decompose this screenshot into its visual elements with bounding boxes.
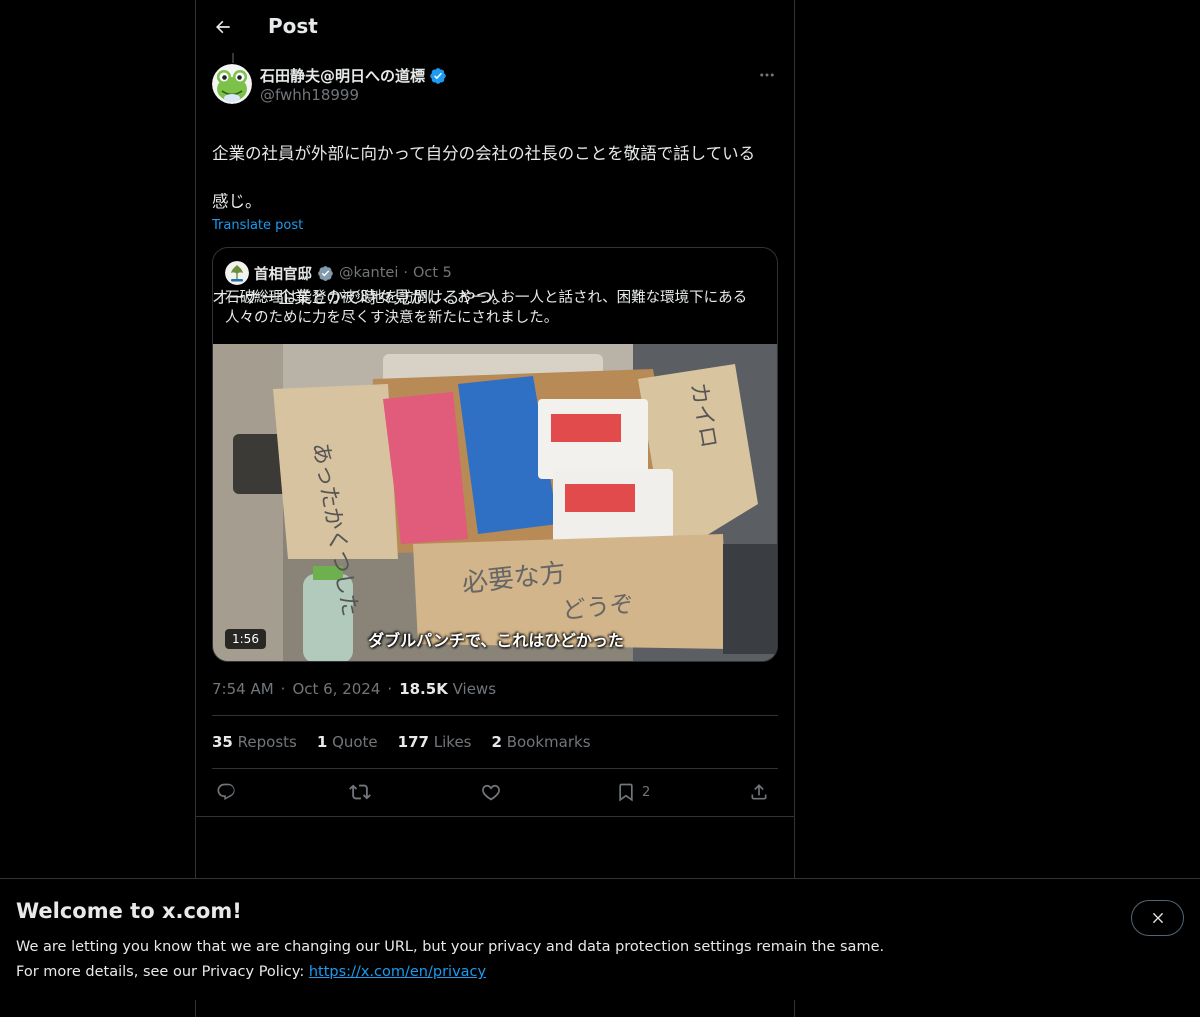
- author-name[interactable]: 石田静夫@明日への道標: [260, 65, 425, 86]
- quote-date[interactable]: Oct 5: [413, 265, 452, 281]
- like-icon: [482, 784, 500, 801]
- post-text-line-1: 企業の社員が外部に向かって自分の会社の社長のことを敬語で話している: [212, 144, 756, 163]
- views: 18.5K Views: [399, 680, 496, 698]
- divider: [212, 715, 778, 716]
- author-handle[interactable]: @fwhh18999: [260, 86, 359, 104]
- more-icon: [760, 73, 774, 77]
- repost-icon: [349, 784, 371, 800]
- divider: [212, 768, 778, 769]
- quote-avatar[interactable]: [225, 261, 249, 285]
- views-count: 18.5K: [399, 680, 448, 698]
- frog-avatar-icon: [212, 64, 252, 104]
- share-icon: [751, 784, 767, 800]
- bookmark-button[interactable]: 2: [616, 778, 650, 806]
- likes-count: 177: [397, 733, 429, 751]
- reply-button[interactable]: [216, 778, 236, 806]
- video-subtitle: ダブルパンチで、これはひどかった: [368, 631, 624, 650]
- verified-badge-icon: [429, 67, 447, 85]
- quoted-post[interactable]: 首相官邸 @kantei · Oct 5 石破総理は能登の被災地を訪問し、お一人…: [212, 247, 778, 662]
- quotes-label: Quote: [332, 733, 378, 751]
- author-avatar[interactable]: [212, 64, 252, 104]
- more-options-button[interactable]: [754, 62, 780, 88]
- quote-separator: ·: [403, 265, 408, 281]
- bookmarks-count: 2: [491, 733, 502, 751]
- quote-header: 首相官邸 @kantei · Oct 5: [225, 261, 452, 285]
- repost-button[interactable]: [349, 778, 371, 806]
- quote-text: 石破総理は能登の被災地を訪問し、お一人お一人と話され、困難な環境下にある人々のた…: [225, 290, 748, 326]
- views-label: Views: [452, 680, 497, 698]
- bookmarks-stat[interactable]: 2 Bookmarks: [492, 733, 591, 751]
- quote-video[interactable]: あったかくつした カイロ 必要な方 どうぞ 1:56 ダブルパンチで、これはひど…: [213, 344, 777, 661]
- reposts-count: 35: [212, 733, 233, 751]
- meta-separator: ·: [387, 680, 393, 698]
- government-seal-icon: [225, 261, 249, 285]
- author-name-row[interactable]: 石田静夫@明日への道標: [260, 65, 447, 86]
- page-title: Post: [268, 14, 318, 38]
- quotes-count: 1: [316, 733, 328, 751]
- bookmark-count: 2: [642, 784, 651, 800]
- banner-line-1: We are letting you know that we are chan…: [16, 939, 885, 955]
- welcome-banner: Welcome to x.com! We are letting you kno…: [0, 878, 1200, 1000]
- back-button[interactable]: [206, 10, 240, 44]
- bookmark-icon: [619, 783, 633, 802]
- privacy-policy-link[interactable]: https://x.com/en/privacy: [309, 964, 486, 980]
- post-text-line-2: 感じ。: [212, 192, 262, 211]
- banner-line-2: For more details, see our Privacy Policy…: [16, 960, 884, 985]
- back-arrow-icon: [216, 20, 230, 34]
- reposts-label: Reposts: [237, 733, 297, 751]
- post-meta: 7:54 AM · Oct 6, 2024 · 18.5K Views: [212, 680, 496, 698]
- quote-author-name[interactable]: 首相官邸: [254, 263, 312, 284]
- banner-title: Welcome to x.com!: [16, 899, 242, 923]
- post-column: Post 石田静夫@明日への道標 @fwhh18999 企業の社員が外部に向かっ…: [195, 0, 795, 1017]
- banner-text: We are letting you know that we are chan…: [16, 935, 884, 985]
- post-time[interactable]: 7:54 AM: [212, 680, 274, 698]
- quote-author-handle[interactable]: @kantei: [339, 265, 398, 281]
- engagement-stats: 35 Reposts 1 Quote 177 Likes 2 Bookmarks: [212, 733, 591, 751]
- meta-separator: ·: [280, 680, 286, 698]
- close-icon: [1152, 912, 1163, 924]
- action-bar: 2: [212, 778, 778, 806]
- verified-badge-icon: [318, 265, 333, 281]
- share-button[interactable]: [749, 778, 769, 806]
- bookmarks-label: Bookmarks: [506, 733, 591, 751]
- likes-label: Likes: [433, 733, 472, 751]
- like-button[interactable]: [481, 778, 501, 806]
- reply-icon: [217, 783, 235, 800]
- thread-connector: [232, 53, 234, 63]
- divider: [196, 816, 794, 817]
- close-banner-button[interactable]: [1131, 900, 1184, 936]
- banner-line-2-prefix: For more details, see our Privacy Policy…: [16, 964, 309, 980]
- post-header: Post: [196, 0, 794, 53]
- quotes-stat[interactable]: 1 Quote: [317, 733, 378, 751]
- translate-post-link[interactable]: Translate post: [212, 218, 303, 233]
- likes-stat[interactable]: 177 Likes: [398, 733, 472, 751]
- video-thumbnail: あったかくつした カイロ 必要な方 どうぞ: [213, 344, 777, 661]
- post-date[interactable]: Oct 6, 2024: [292, 680, 380, 698]
- reposts-stat[interactable]: 35 Reposts: [212, 733, 297, 751]
